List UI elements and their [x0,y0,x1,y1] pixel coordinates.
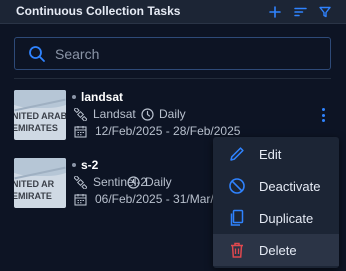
thumbnail-map-label: NITED AR [14,179,55,189]
copy-icon [230,209,244,226]
sort-button[interactable] [290,2,310,22]
menu-item-duplicate[interactable]: Duplicate [213,202,339,234]
task-frequency: Daily [159,107,186,121]
trash-icon [231,242,243,258]
calendar-icon [74,194,87,206]
menu-item-label: Deactivate [259,179,321,194]
panel-header: Continuous Collection Tasks [0,0,346,24]
status-dot [72,163,76,167]
filter-button[interactable] [315,2,335,22]
menu-item-delete[interactable]: Delete [213,234,339,266]
calendar-icon [74,126,87,138]
pencil-icon [230,147,244,161]
kebab-dot [321,108,325,111]
menu-item-edit[interactable]: Edit [213,138,339,170]
list-divider [14,78,331,79]
menu-item-label: Edit [259,147,282,162]
task-thumbnail: NITED ARAB EMIRATES [14,90,66,140]
sort-icon [293,7,307,17]
filter-icon [319,6,331,18]
status-dot [72,95,76,99]
task-frequency: Daily [145,175,172,189]
ban-icon [229,178,245,194]
task-name: s-2 [81,158,99,172]
task-date-range: 12/Feb/2025 - 28/Feb/2025 [95,124,241,138]
task-thumbnail: NITED AR EMIRATE [14,158,66,208]
thumbnail-map-label: NITED ARAB [14,111,66,121]
clock-icon [127,176,140,189]
add-task-button[interactable] [265,2,285,22]
clock-icon [141,108,154,121]
task-sensor: Landsat [93,107,136,121]
menu-item-label: Duplicate [259,211,314,226]
search-icon [29,46,45,62]
task-name: landsat [81,90,124,104]
menu-item-deactivate[interactable]: Deactivate [213,170,339,202]
kebab-dot [321,119,325,122]
kebab-dot [321,113,325,117]
task-context-menu: Edit Deactivate Duplicate Delete [213,137,339,268]
plus-icon [269,6,281,18]
more-options-button[interactable] [316,106,330,124]
menu-item-label: Delete [259,243,297,258]
search-input[interactable] [55,44,315,64]
satellite-icon [74,108,87,121]
thumbnail-map-label: EMIRATES [14,123,58,133]
thumbnail-map-label: EMIRATE [14,191,52,201]
search-box[interactable] [14,37,331,70]
satellite-icon [74,176,87,189]
panel-title: Continuous Collection Tasks [16,4,181,18]
